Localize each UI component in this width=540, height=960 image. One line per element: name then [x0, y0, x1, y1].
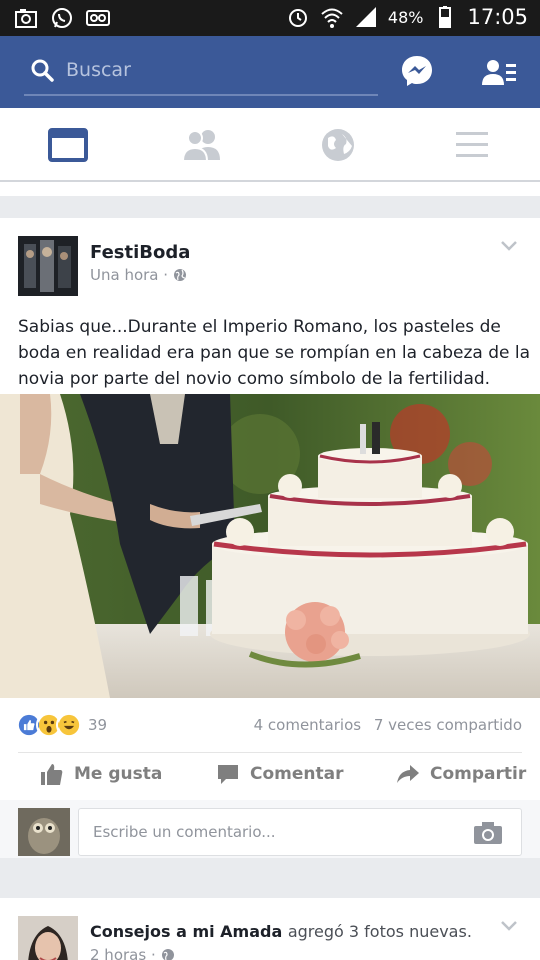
tab-notifications[interactable] — [318, 126, 358, 164]
messenger-icon[interactable] — [400, 54, 434, 88]
next-post-time: 2 horas — [90, 946, 147, 960]
comment-composer: Escribe un comentario... — [0, 800, 540, 858]
comment-count[interactable]: 4 comentarios — [254, 716, 361, 734]
comment-icon — [218, 765, 238, 784]
battery-icon — [439, 6, 452, 28]
share-label: Compartir — [430, 764, 527, 784]
composer-strip — [0, 182, 540, 196]
camera-icon — [15, 9, 37, 28]
alarm-icon — [288, 9, 307, 27]
search-icon — [31, 59, 54, 82]
signal-icon — [355, 7, 376, 27]
reactions-summary[interactable]: 39 — [16, 712, 107, 738]
next-time-separator: · — [150, 946, 156, 960]
camera-icon[interactable] — [473, 821, 503, 845]
thumbs-up-icon — [41, 764, 63, 785]
post-options-chevron-icon[interactable] — [500, 240, 518, 252]
app-header: Buscar — [0, 36, 540, 108]
comment-placeholder: Escribe un comentario... — [93, 823, 276, 841]
next-post-header: Consejos a mi Amada agregó 3 fotos nueva… — [90, 922, 472, 941]
next-post-card: Consejos a mi Amada agregó 3 fotos nueva… — [0, 898, 540, 960]
public-globe-icon — [173, 269, 186, 281]
voicemail-icon — [86, 10, 110, 26]
battery-percent: 48% — [387, 7, 424, 27]
like-button[interactable]: Me gusta — [40, 762, 162, 786]
post-time: Una hora — [90, 266, 159, 284]
tab-news-feed[interactable] — [48, 126, 88, 164]
search-bar[interactable]: Buscar — [24, 50, 378, 96]
reaction-count: 39 — [88, 716, 108, 734]
comment-input[interactable]: Escribe un comentario... — [78, 808, 522, 856]
post-photo[interactable] — [0, 394, 540, 698]
tab-menu[interactable] — [452, 126, 492, 164]
time-separator: · — [163, 266, 169, 284]
globe-icon — [322, 129, 354, 161]
user-avatar[interactable] — [18, 808, 70, 856]
engagement-counts[interactable]: 4 comentarios 7 veces compartido — [246, 716, 522, 734]
clock: 17:05 — [467, 5, 528, 29]
page-name[interactable]: FestiBoda — [90, 242, 190, 263]
status-bar: 48% 17:05 — [0, 0, 540, 36]
post-text: Sabias que...Durante el Imperio Romano, … — [18, 317, 531, 389]
news-feed-icon — [48, 128, 88, 162]
friend-requests-icon[interactable] — [482, 58, 516, 86]
comment-button[interactable]: Comentar — [216, 762, 343, 786]
menu-icon — [456, 132, 488, 157]
share-count[interactable]: 7 veces compartido — [374, 716, 522, 734]
share-button[interactable]: Compartir — [396, 762, 526, 786]
next-post-options-chevron-icon[interactable] — [500, 920, 518, 932]
page-avatar[interactable] — [18, 236, 78, 296]
post-card: FestiBoda Una hora · Sabias que...Durant… — [0, 218, 540, 858]
tab-friends[interactable] — [181, 126, 222, 164]
whatsapp-icon — [52, 8, 72, 28]
tab-bar — [0, 108, 540, 182]
next-post-action: agregó 3 fotos nuevas. — [287, 922, 472, 941]
next-post-timestamp[interactable]: 2 horas · — [90, 946, 175, 960]
share-icon — [397, 765, 419, 783]
next-page-avatar[interactable] — [18, 916, 78, 960]
wifi-icon — [321, 8, 343, 28]
divider — [18, 752, 522, 753]
like-label: Me gusta — [74, 764, 163, 784]
friends-icon — [181, 130, 220, 162]
haha-reaction-icon — [56, 712, 82, 738]
next-page-name[interactable]: Consejos a mi Amada — [90, 922, 282, 941]
public-globe-icon — [161, 949, 174, 960]
search-input[interactable]: Buscar — [66, 59, 131, 81]
comment-label: Comentar — [250, 764, 344, 784]
post-timestamp[interactable]: Una hora · — [90, 266, 187, 284]
